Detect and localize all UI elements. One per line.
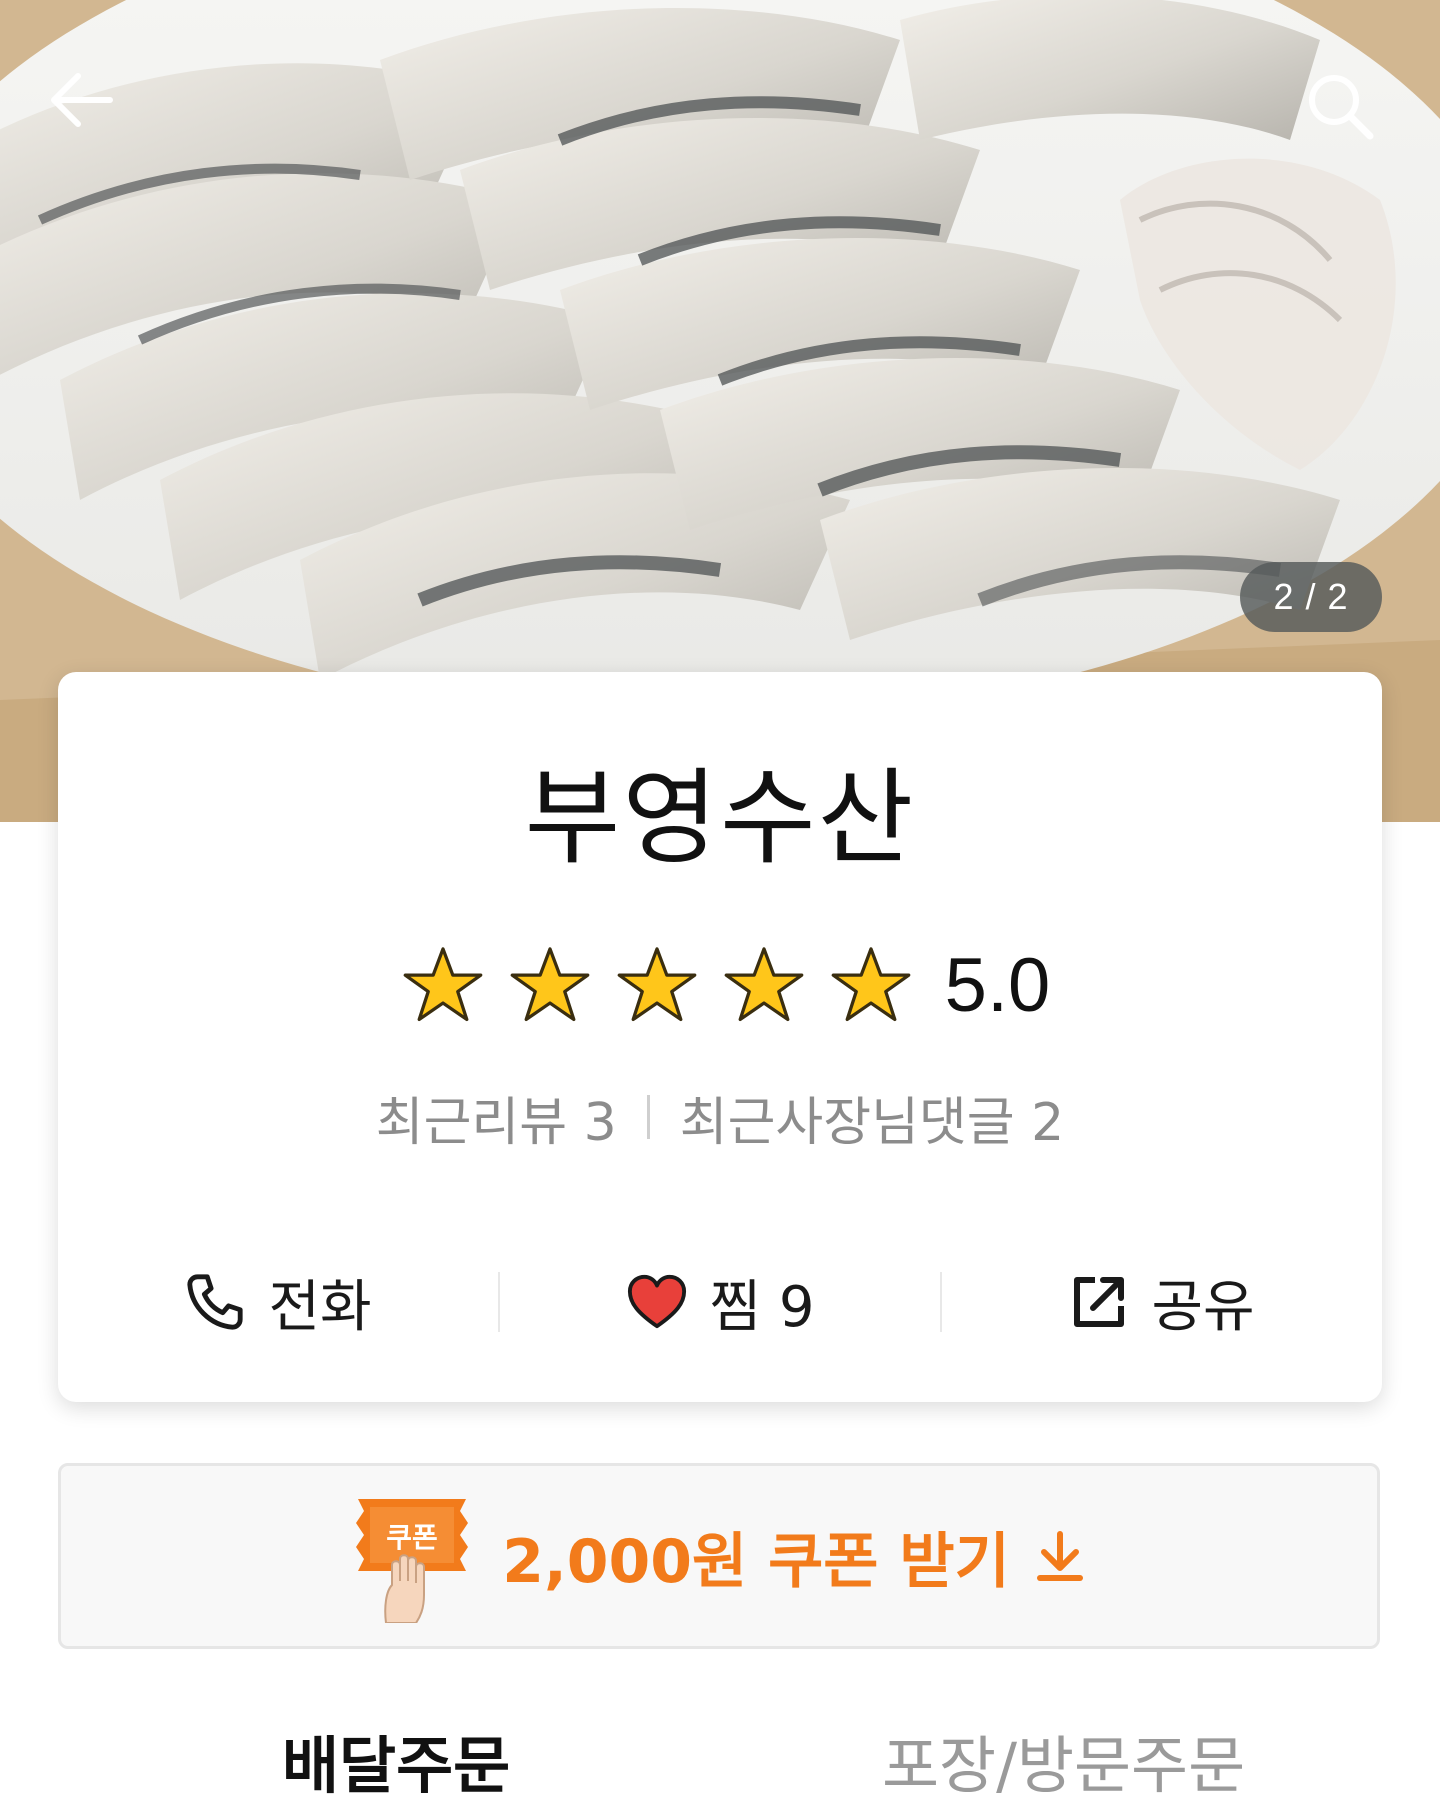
coupon-download-button[interactable]: 쿠폰 2,000원 쿠폰 받기 [58, 1463, 1380, 1649]
star-icon [831, 947, 911, 1022]
share-button[interactable]: 공유 [942, 1252, 1382, 1352]
call-label: 전화 [268, 1274, 372, 1340]
share-label: 공유 [1151, 1274, 1255, 1340]
share-icon [1074, 1277, 1125, 1327]
photo-pager: 2 / 2 [1240, 562, 1382, 632]
star-icon [617, 947, 697, 1022]
coupon-text: 2,000원 쿠폰 받기 [502, 1526, 1010, 1597]
store-info-card: 부영수산 5.0 최근리뷰 3 최근사장님댓글 2 전화 찜 9 공유 [58, 672, 1382, 1402]
rating-value: 5.0 [944, 942, 1051, 1028]
arrow-left-icon [51, 73, 113, 127]
search-button[interactable] [1304, 70, 1414, 180]
star-icon [403, 947, 483, 1022]
review-summary: 최근리뷰 3 최근사장님댓글 2 [58, 1080, 1382, 1155]
recent-owner-replies-link[interactable]: 최근사장님댓글 2 [680, 1080, 1065, 1155]
star-icon [724, 947, 804, 1022]
store-name: 부영수산 [524, 757, 916, 879]
order-type-tabs: 배달주문 포장/방문주문 [0, 1735, 1440, 1800]
store-actions: 전화 찜 9 공유 [58, 1252, 1382, 1352]
rating-row: 5.0 [58, 940, 1382, 1030]
tab-delivery-order[interactable]: 배달주문 [282, 1735, 510, 1797]
coupon-badge-icon: 쿠폰 [356, 1499, 469, 1623]
call-button[interactable]: 전화 [58, 1252, 498, 1352]
recent-reviews-link[interactable]: 최근리뷰 3 [376, 1080, 617, 1155]
back-button[interactable] [48, 70, 158, 180]
divider [646, 1095, 650, 1139]
heart-icon [627, 1274, 686, 1329]
download-arrow-icon [1036, 1531, 1083, 1581]
favorite-label: 찜 9 [709, 1274, 815, 1340]
tab-pickup-visit-order[interactable]: 포장/방문주문 [882, 1735, 1245, 1797]
phone-icon [187, 1274, 244, 1330]
star-icon [510, 947, 590, 1022]
search-icon [1309, 75, 1374, 140]
favorite-button[interactable]: 찜 9 [500, 1252, 940, 1352]
coupon-badge-label: 쿠폰 [386, 1521, 438, 1554]
